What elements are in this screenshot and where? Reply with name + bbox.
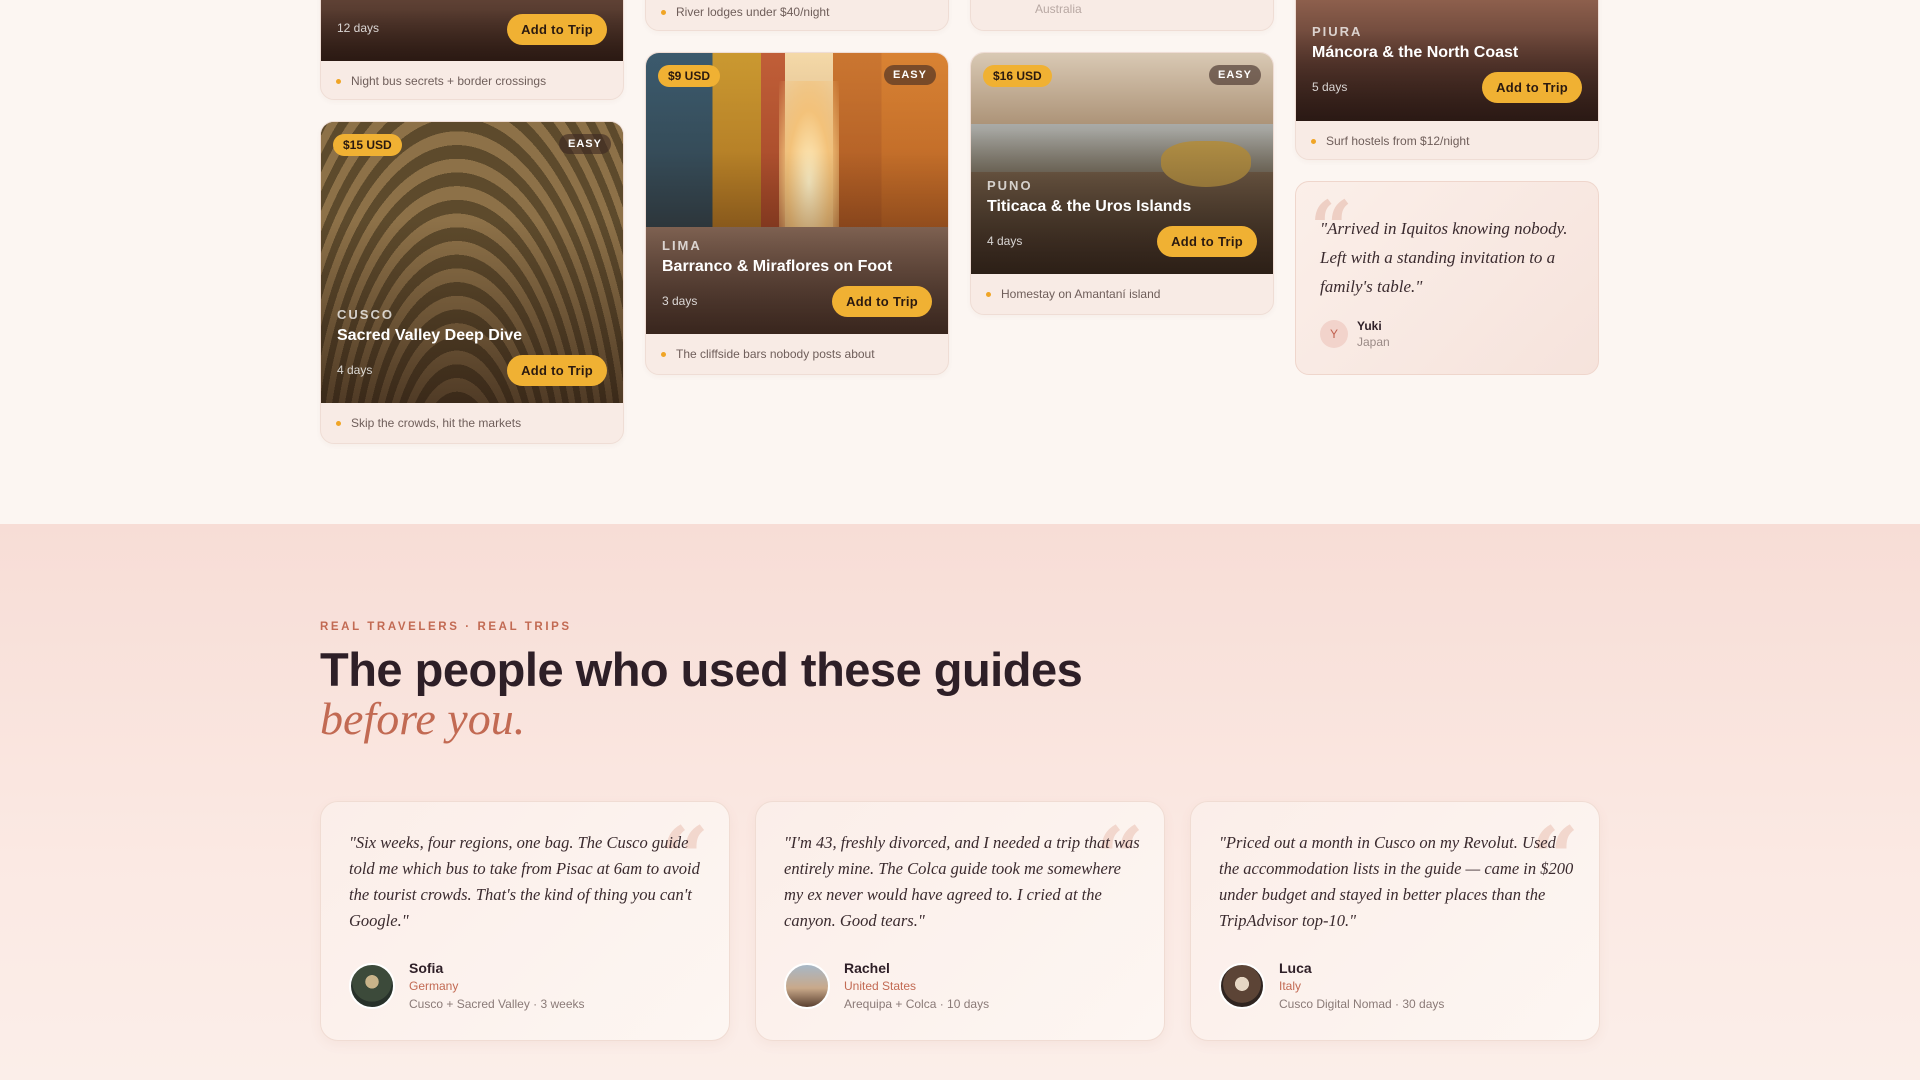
testimonial-text: "Six weeks, four regions, one bag. The C… [349,833,700,930]
guide-note-text: Homestay on Amantaní island [1001,287,1161,301]
testimonial-card: “ "Six weeks, four regions, one bag. The… [320,801,730,1041]
guide-days: 5 days [1312,80,1348,94]
guide-region: PUNO [987,178,1033,193]
add-to-trip-button[interactable]: Add to Trip [1157,226,1257,257]
guide-image: PIURA Máncora & the North Coast 5 days A… [1296,0,1598,121]
guide-card[interactable]: $9 USD EASY LIMA Barranco & Miraflores o… [645,52,949,375]
difficulty-badge: EASY [1209,65,1261,85]
add-to-trip-button[interactable]: Add to Trip [507,14,607,45]
bullet-dot-icon [336,79,341,84]
guide-image: $15 USD EASY CUSCO Sacred Valley Deep Di… [321,122,623,403]
avatar [1219,963,1265,1009]
side-testimonial-card: “ "Arrived in Iquitos knowing nobody. Le… [1295,181,1599,375]
guide-note-text: Australia [1035,2,1082,16]
reviewer-country: Japan [1357,335,1390,349]
add-to-trip-button[interactable]: Add to Trip [507,355,607,386]
difficulty-badge: EASY [884,65,936,85]
avatar: Y [1320,320,1348,348]
guide-card[interactable]: 12 days Add to Trip Night bus secrets + … [320,0,624,100]
guide-note: River lodges under $40/night [646,0,948,30]
guide-image: $9 USD EASY LIMA Barranco & Miraflores o… [646,53,948,334]
difficulty-badge: EASY [559,134,611,154]
guide-title: Sacred Valley Deep Dive [337,327,522,344]
side-testimonial-text: "Arrived in Iquitos knowing nobody. Left… [1320,219,1568,296]
avatar [784,963,830,1009]
guide-image: $16 USD EASY PUNO Titicaca & the Uros Is… [971,53,1273,274]
guide-days: 3 days [662,294,698,308]
guide-card[interactable]: $16 USD EASY PUNO Titicaca & the Uros Is… [970,52,1274,315]
guide-card[interactable]: $15 USD EASY CUSCO Sacred Valley Deep Di… [320,121,624,444]
bullet-dot-icon [1311,139,1316,144]
guide-title: Máncora & the North Coast [1312,44,1519,61]
reviewer-name: Rachel [844,960,890,976]
bullet-dot-icon [661,10,666,15]
guide-region: CUSCO [337,307,394,322]
guide-card[interactable]: Australia [970,0,1274,31]
guide-note-text: The cliffside bars nobody posts about [676,347,875,361]
reviewer-country: United States [844,979,917,993]
testimonial-card: “ "Priced out a month in Cusco on my Rev… [1190,801,1600,1041]
avatar [349,963,395,1009]
reviewer-country: Germany [409,979,459,993]
guide-note: The cliffside bars nobody posts about [646,334,948,374]
add-to-trip-button[interactable]: Add to Trip [832,286,932,317]
guide-region: LIMA [662,238,702,253]
reviewer-name: Luca [1279,960,1312,976]
bullet-dot-icon [336,421,341,426]
reviewer-trip: Cusco + Sacred Valley · 3 weeks [409,997,585,1011]
guide-note-text: Night bus secrets + border crossings [351,74,547,88]
reviewer-trip: Arequipa + Colca · 10 days [844,997,990,1011]
guide-title: Barranco & Miraflores on Foot [662,258,893,275]
guide-days: 4 days [987,234,1023,248]
testimonial-text: "I'm 43, freshly divorced, and I needed … [784,833,1140,930]
guide-days: 4 days [337,363,373,377]
bullet-dot-icon [986,292,991,297]
testimonial-card: “ "I'm 43, freshly divorced, and I neede… [755,801,1165,1041]
guide-note-text: Skip the crowds, hit the markets [351,416,522,430]
reviewer-trip: Cusco Digital Nomad · 30 days [1279,997,1445,1011]
price-badge: $16 USD [983,65,1052,87]
reviewer-name: Sofia [409,960,444,976]
guide-note-text: Surf hostels from $12/night [1326,134,1470,148]
bullet-dot-icon [661,352,666,357]
guide-note: Surf hostels from $12/night [1296,121,1598,159]
guide-title: Titicaca & the Uros Islands [987,198,1192,215]
section-headline: The people who used these guides [320,643,1083,696]
testimonials-section: REAL TRAVELERS · REAL TRIPS The people w… [0,524,1920,1080]
guide-card[interactable]: PIURA Máncora & the North Coast 5 days A… [1295,0,1599,160]
price-badge: $9 USD [658,65,721,87]
price-badge: $15 USD [333,134,402,156]
guide-note: Australia [971,0,1273,29]
guides-grid: 12 days Add to Trip Night bus secrets + … [0,0,1920,524]
guide-note: Night bus secrets + border crossings [321,61,623,99]
testimonial-text: "Priced out a month in Cusco on my Revol… [1219,833,1574,930]
guide-note: Homestay on Amantaní island [971,274,1273,314]
guide-days: 12 days [337,21,380,35]
guide-note-text: River lodges under $40/night [676,5,830,19]
section-headline-accent: before you. [320,693,526,744]
guide-note: Skip the crowds, hit the markets [321,403,623,443]
reviewer-country: Italy [1279,979,1302,993]
guide-card[interactable]: River lodges under $40/night [645,0,949,31]
guide-image: 12 days Add to Trip [321,0,623,61]
add-to-trip-button[interactable]: Add to Trip [1482,72,1582,103]
section-eyebrow: REAL TRAVELERS · REAL TRIPS [320,621,572,633]
guide-region: PIURA [1312,24,1363,39]
reviewer-name: Yuki [1357,319,1382,333]
